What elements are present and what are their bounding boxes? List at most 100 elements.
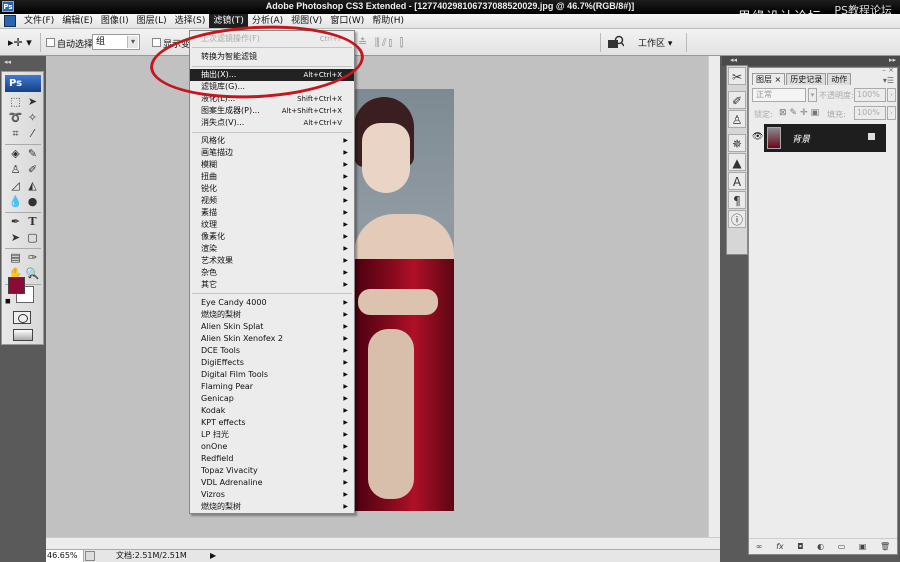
lock-options-icons[interactable]: ⊠✎✛▣ [779,108,822,118]
panel-menu-icon[interactable]: ▾☰ [883,76,894,85]
paint-bucket-tool-icon[interactable]: ◭ [24,178,41,194]
menu-item-submenu[interactable]: 扭曲 ▶ [190,171,354,183]
dock-collapse-left-icon[interactable]: ◂◂ [730,56,737,64]
menu-item-submenu[interactable]: 像素化 ▶ [190,231,354,243]
menu-item-submenu[interactable]: LP 扫光 ▶ [190,429,354,441]
shape-tool-icon[interactable]: ▢ [24,230,41,246]
quick-mask-button[interactable] [13,311,31,324]
menu-item-submenu[interactable]: KPT effects ▶ [190,417,354,429]
menu-item-submenu[interactable]: Kodak ▶ [190,405,354,417]
tab-history[interactable]: 历史记录 [786,73,827,85]
add-mask-icon[interactable]: ◘ [797,542,803,551]
menu-item-submenu[interactable]: Vizros ▶ [190,489,354,501]
info-icon[interactable]: ⓘ [728,210,746,228]
menu-item-submenu[interactable]: Genicap ▶ [190,393,354,405]
layer-visibility-eye-icon[interactable]: 👁 [752,132,763,142]
document-icon[interactable] [4,15,16,27]
foreground-color-swatch[interactable] [8,277,25,294]
vertical-scrollbar[interactable] [708,56,720,549]
menu-edit[interactable]: 编辑(E) [58,14,97,28]
menu-item-submenu[interactable]: Eye Candy 4000 ▶ [190,297,354,309]
new-layer-icon[interactable]: ▣ [859,542,867,551]
menu-item-submenu[interactable]: 渲染 ▶ [190,243,354,255]
paragraph-icon[interactable]: ¶ [728,191,746,209]
link-layers-icon[interactable]: ∞ [756,542,763,551]
menu-image[interactable]: 图像(I) [97,14,133,28]
menu-item-submenu[interactable]: onOne ▶ [190,441,354,453]
dodge-tool-icon[interactable]: ● [24,194,41,210]
menu-item-submenu[interactable]: 杂色 ▶ [190,267,354,279]
menu-item-submenu[interactable]: Alien Skin Xenofex 2 ▶ [190,333,354,345]
menu-item-submenu[interactable]: DigiEffects ▶ [190,357,354,369]
fill-field[interactable]: 100% [854,106,886,120]
status-preview-icon[interactable] [85,551,95,561]
menu-item-submenu[interactable]: DCE Tools ▶ [190,345,354,357]
adjustment-layer-icon[interactable]: ◐ [817,542,824,551]
status-menu-arrow[interactable]: ▶ [210,550,216,562]
menu-item-liquify[interactable]: 液化(L)... Shift+Ctrl+X [190,93,354,105]
toolbox-collapse-icon[interactable]: ◂◂ [4,58,11,66]
tools-preset-icon[interactable]: ✂ [728,67,746,85]
clone-source-icon[interactable]: ♙ [728,110,746,128]
menu-item-submenu[interactable]: 素描 ▶ [190,207,354,219]
fill-slider-toggle[interactable]: › [887,106,896,120]
pen-tool-icon[interactable]: ✒ [7,214,24,230]
document-image[interactable] [354,89,454,511]
menu-item-submenu[interactable]: 艺术效果 ▶ [190,255,354,267]
menu-view[interactable]: 视图(V) [287,14,326,28]
notes-tool-icon[interactable]: ▤ [7,250,24,266]
menu-item-submenu[interactable]: 燃烧的梨树 ▶ [190,501,354,513]
tab-actions[interactable]: 动作 [827,73,852,85]
menu-analysis[interactable]: 分析(A) [248,14,287,28]
menu-item-submenu[interactable]: 风格化 ▶ [190,135,354,147]
dock-expand-right-icon[interactable]: ▸▸ [889,56,896,64]
menu-item-submenu[interactable]: 其它 ▶ [190,279,354,291]
menu-item-submenu[interactable]: Topaz Vivacity ▶ [190,465,354,477]
bridge-browse-icon[interactable] [608,35,625,49]
screen-mode-button[interactable] [13,329,33,341]
menu-item-submenu[interactable]: 纹理 ▶ [190,219,354,231]
default-colors-icon[interactable]: ◼ [5,297,11,305]
eraser-tool-icon[interactable]: ◿ [7,178,24,194]
menu-item-submenu[interactable]: Digital Film Tools ▶ [190,369,354,381]
menu-item-submenu[interactable]: 锐化 ▶ [190,183,354,195]
lasso-tool-icon[interactable]: ➰ [7,110,24,126]
healing-brush-tool-icon[interactable]: ◈ [7,146,24,162]
auto-select-dropdown[interactable]: 组 [92,34,140,50]
blend-mode-dropdown[interactable]: 正常 [752,88,806,102]
zoom-level-field[interactable]: 46.65% [46,550,84,562]
show-transform-checkbox[interactable] [152,38,161,47]
slice-tool-icon[interactable]: ⁄ [24,126,41,142]
opacity-field[interactable]: 100% [854,88,886,102]
histogram-icon[interactable]: ▲ [728,153,746,171]
brush-tool-icon[interactable]: ✎ [24,146,41,162]
menu-item-convert-smart-filter[interactable]: 转换为智能滤镜 [190,51,354,63]
menu-window[interactable]: 窗口(W) [326,14,368,28]
menu-select[interactable]: 选择(S) [171,14,210,28]
horizontal-scrollbar[interactable] [46,537,720,549]
swap-colors-icon[interactable]: ↶ [28,273,35,282]
menu-item-vanishing-point[interactable]: 消失点(V)... Alt+Ctrl+V [190,117,354,129]
menu-item-submenu[interactable]: Redfield ▶ [190,453,354,465]
crop-tool-icon[interactable]: ⌗ [7,126,24,142]
tab-layers[interactable]: 图层 × [752,73,786,85]
menu-file[interactable]: 文件(F) [20,14,58,28]
navigator-icon[interactable]: ✵ [728,134,746,152]
menu-item-pattern-maker[interactable]: 图案生成器(P)... Alt+Shift+Ctrl+X [190,105,354,117]
move-tool-icon[interactable]: ➤ [24,94,41,110]
menu-item-submenu[interactable]: 画笔描边 ▶ [190,147,354,159]
trash-icon[interactable]: 🗑 [880,542,890,551]
opacity-slider-toggle[interactable]: › [887,88,896,102]
fx-icon[interactable]: fx [776,542,784,551]
eyedropper-tool-icon[interactable]: ✑ [24,250,41,266]
menu-item-submenu[interactable]: VDL Adrenaline ▶ [190,477,354,489]
menu-help[interactable]: 帮助(H) [368,14,408,28]
move-tool-icon[interactable]: ▸✛ ▾ [8,36,32,49]
type-tool-icon[interactable]: T [24,214,41,230]
menu-item-submenu[interactable]: Flaming Pear ▶ [190,381,354,393]
align-distribute-icons[interactable]: ≛ ⫼⫽⫾ ⫿ [358,36,405,50]
menu-item-submenu[interactable]: Alien Skin Splat ▶ [190,321,354,333]
clone-stamp-tool-icon[interactable]: ♙ [7,162,24,178]
new-group-icon[interactable]: ▭ [838,542,846,551]
menu-item-submenu[interactable]: 燃烧的梨树 ▶ [190,309,354,321]
